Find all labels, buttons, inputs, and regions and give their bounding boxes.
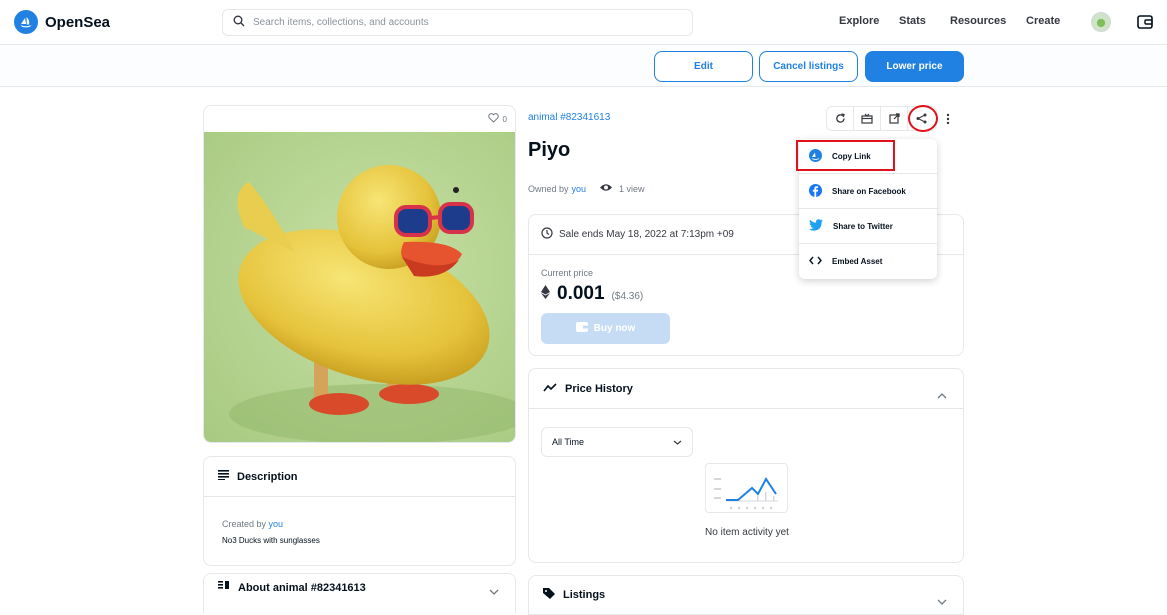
nav-stats[interactable]: Stats [899, 15, 926, 27]
ethereum-icon [541, 285, 550, 304]
description-header[interactable]: Description [204, 457, 515, 497]
transfer-gift-icon[interactable] [854, 107, 881, 130]
share-twitter-label: Share to Twitter [833, 221, 893, 231]
empty-chart-icon [705, 463, 788, 513]
sale-ends-text: Sale ends May 18, 2022 at 7:13pm +09 [559, 229, 734, 240]
creator-link[interactable]: you [269, 519, 284, 529]
description-text: No3 Ducks with sunglasses [222, 536, 320, 545]
opensea-logo-icon [14, 10, 38, 34]
trend-icon [543, 382, 557, 395]
time-range-value: All Time [552, 437, 585, 447]
price-row: 0.001 ($4.36) [541, 283, 643, 305]
description-panel: Description Created by you No3 Ducks wit… [203, 456, 516, 566]
edit-button[interactable]: Edit [654, 51, 753, 82]
menu-item-share-facebook[interactable]: Share on Facebook [799, 174, 937, 209]
nav-create[interactable]: Create [1026, 15, 1060, 27]
nav-resources[interactable]: Resources [950, 15, 1006, 27]
chevron-down-icon [673, 437, 682, 447]
code-icon [809, 256, 822, 267]
price-history-panel: Price History No item activity yet [528, 368, 964, 563]
share-highlight-circle [908, 105, 938, 132]
more-options-icon[interactable] [946, 112, 950, 130]
price-usd: ($4.36) [611, 291, 644, 302]
chevron-down-icon [937, 592, 947, 610]
view-count: 1 view [619, 183, 645, 194]
about-icon [218, 581, 230, 594]
share-facebook-label: Share on Facebook [832, 186, 906, 196]
profile-avatar[interactable] [1091, 12, 1111, 32]
about-title: About animal #82341613 [238, 581, 366, 594]
twitter-icon [809, 219, 823, 233]
wallet-icon[interactable] [1136, 13, 1154, 31]
owned-by-label: Owned by [528, 183, 569, 194]
buy-now-button[interactable]: Buy now [541, 313, 670, 344]
copy-link-highlight-box [796, 140, 895, 171]
opensea-logo[interactable]: OpenSea [14, 10, 110, 34]
description-title: Description [237, 470, 298, 483]
brand-name: OpenSea [45, 13, 111, 31]
clock-icon [541, 227, 553, 242]
price-history-title: Price History [565, 382, 633, 395]
cancel-listings-button[interactable]: Cancel listings [759, 51, 858, 82]
menu-item-share-twitter[interactable]: Share to Twitter [799, 209, 937, 244]
chevron-down-icon [489, 582, 499, 600]
search-icon [233, 14, 245, 32]
no-activity-text: No item activity yet [705, 527, 789, 538]
embed-asset-label: Embed Asset [832, 257, 883, 266]
item-image-card: 0 [203, 105, 516, 443]
about-panel[interactable]: About animal #82341613 [203, 573, 516, 613]
search-bar [222, 9, 693, 36]
description-icon [218, 470, 229, 483]
price-value: 0.001 [557, 283, 605, 304]
item-image[interactable] [204, 132, 516, 443]
listings-panel[interactable]: Listings [528, 575, 964, 615]
time-range-select[interactable]: All Time [541, 427, 693, 457]
owner-link[interactable]: you [572, 184, 587, 194]
created-by-label: Created by [222, 519, 267, 529]
item-title: Piyo [528, 139, 571, 161]
menu-item-embed-asset[interactable]: Embed Asset [799, 244, 937, 279]
collection-link[interactable]: animal #82341613 [528, 112, 610, 123]
top-navigation-bar: OpenSea Explore Stats Resources Create [0, 0, 1167, 45]
image-card-header: 0 [204, 106, 515, 132]
eye-icon [599, 183, 613, 194]
nav-explore[interactable]: Explore [839, 15, 879, 27]
heart-icon[interactable] [487, 113, 499, 125]
current-price-label: Current price [541, 268, 594, 278]
ownership-row: Owned by you 1 view [528, 183, 645, 194]
chevron-up-icon[interactable] [937, 386, 947, 404]
external-link-icon[interactable] [881, 107, 908, 130]
wallet-icon [575, 322, 588, 335]
price-history-header[interactable]: Price History [529, 369, 963, 409]
favorite-count: 0 [502, 114, 507, 124]
facebook-icon [809, 183, 822, 199]
refresh-icon[interactable] [827, 107, 854, 130]
owner-action-bar: Edit Cancel listings Lower price [0, 45, 1167, 87]
lower-price-button[interactable]: Lower price [865, 51, 964, 82]
search-input[interactable] [253, 17, 673, 28]
listings-title: Listings [563, 589, 606, 601]
buy-now-label: Buy now [593, 323, 636, 334]
